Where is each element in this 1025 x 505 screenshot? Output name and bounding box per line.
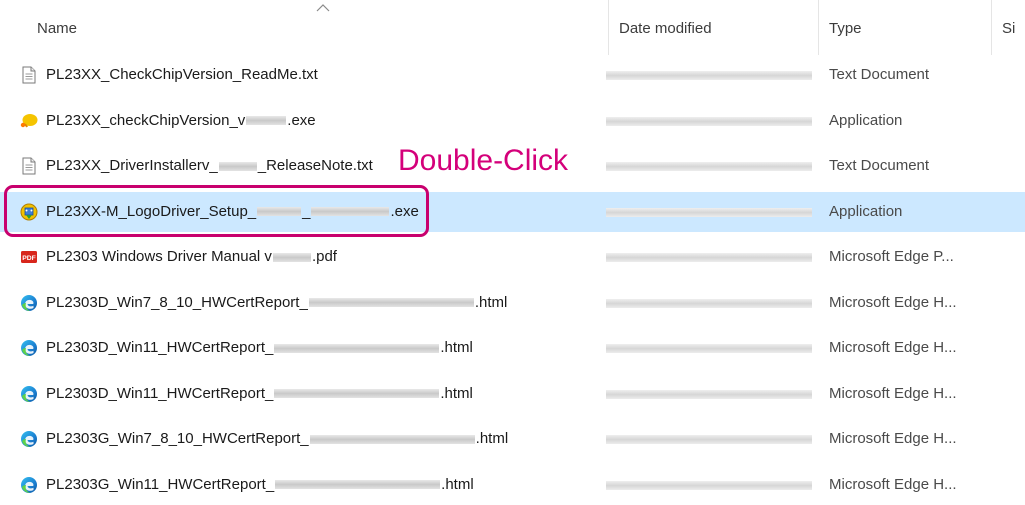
file-type-cell: Microsoft Edge H... [829, 384, 957, 402]
file-name[interactable]: PL2303D_Win11_HWCertReport_ .html [46, 328, 473, 368]
file-name-text: _ReleaseNote.txt [257, 157, 373, 174]
file-row[interactable]: PL23XX_CheckChipVersion_ReadMe.txt Text D… [0, 55, 1025, 95]
file-name[interactable]: PL2303G_Win7_8_10_HWCertReport_ .html [46, 419, 508, 459]
column-divider[interactable] [991, 0, 992, 55]
file-name-text: PL2303 Windows Driver Manual v [46, 248, 272, 265]
column-divider[interactable] [608, 0, 609, 55]
file-name-text: PL23XX_CheckChipVersion_ReadMe.txt [46, 66, 318, 83]
redacted-text [274, 389, 440, 398]
file-type-cell: Microsoft Edge H... [829, 430, 957, 447]
edge-html-icon [20, 294, 38, 312]
redacted-text [218, 161, 257, 171]
file-name-text: .html [474, 293, 508, 311]
column-header-bar: Name Date modified Type Si [0, 0, 1025, 55]
file-row[interactable]: PL2303D_Win11_HWCertReport_ .html Microsof… [0, 328, 1025, 368]
pdf-file-icon: PDF [20, 248, 38, 266]
sort-ascending-icon [316, 4, 330, 12]
file-row[interactable]: PL23XX_checkChipVersion_v .exe Application [0, 101, 1025, 141]
edge-html-icon [20, 476, 38, 494]
column-header-name[interactable]: Name [37, 0, 77, 55]
redacted-text [246, 116, 287, 125]
redacted-text [272, 252, 311, 262]
file-row[interactable]: PL2303G_Win11_HWCertReport_ .html Microsof… [0, 465, 1025, 505]
file-name-text: PL2303D_Win11_HWCertReport_ [46, 339, 274, 356]
date-modified-cell [606, 162, 812, 171]
redacted-text [274, 343, 440, 353]
file-type-cell: Microsoft Edge H... [829, 475, 957, 493]
file-type-cell: Text Document [829, 157, 930, 174]
file-name[interactable]: PL23XX_checkChipVersion_v .exe [46, 101, 316, 141]
file-name[interactable]: PL2303G_Win11_HWCertReport_ .html [46, 465, 474, 505]
redacted-text [309, 434, 475, 444]
column-header-date-modified[interactable]: Date modified [619, 0, 712, 55]
date-modified-cell [606, 480, 812, 490]
column-divider[interactable] [818, 0, 819, 55]
file-type-cell: Microsoft Edge H... [829, 293, 957, 311]
column-header-size[interactable]: Si [1002, 0, 1015, 55]
file-name-text: PL23XX_DriverInstallerv_ [46, 157, 218, 174]
file-name[interactable]: PL23XX_DriverInstallerv_ _ReleaseNote.txt [46, 146, 373, 186]
file-type-cell: Application [829, 111, 903, 129]
redacted-text [308, 298, 474, 307]
file-name[interactable]: PL2303D_Win11_HWCertReport_ .html [46, 374, 473, 414]
file-name-text: PL23XX_checkChipVersion_v [46, 111, 246, 129]
highlight-box [4, 185, 429, 237]
file-name-text: .html [440, 339, 473, 356]
file-type-cell: Application [829, 202, 903, 220]
file-name[interactable]: PL2303D_Win7_8_10_HWCertReport_ .html [46, 283, 507, 323]
date-modified-cell [606, 298, 812, 308]
file-name-text: .html [475, 430, 509, 447]
redacted-text [275, 480, 441, 489]
file-name-text: .exe [287, 111, 316, 129]
file-row[interactable]: PL2303D_Win11_HWCertReport_ .html Microsof… [0, 374, 1025, 414]
file-row[interactable]: PDF PL2303 Windows Driver Manual v .pdf Mic… [0, 237, 1025, 277]
edge-html-icon [20, 339, 38, 357]
date-modified-cell [606, 435, 812, 444]
file-name[interactable]: PL2303 Windows Driver Manual v .pdf [46, 237, 337, 277]
file-type-cell: Microsoft Edge H... [829, 339, 957, 356]
column-header-type[interactable]: Type [829, 0, 862, 55]
file-name-text: PL2303D_Win11_HWCertReport_ [46, 384, 274, 402]
edge-html-icon [20, 430, 38, 448]
application-exe-icon [20, 112, 38, 130]
file-name[interactable]: PL23XX_CheckChipVersion_ReadMe.txt [46, 55, 318, 95]
date-modified-cell [606, 71, 812, 80]
file-name-text: PL2303D_Win7_8_10_HWCertReport_ [46, 293, 308, 311]
date-modified-cell [606, 253, 812, 262]
file-name-text: .html [440, 384, 473, 402]
edge-html-icon [20, 385, 38, 403]
date-modified-cell [606, 116, 812, 126]
file-name-text: .html [441, 475, 474, 493]
file-name-text: PL2303G_Win7_8_10_HWCertReport_ [46, 430, 309, 447]
double-click-annotation: Double-Click [398, 144, 569, 177]
file-type-cell: Microsoft Edge P... [829, 248, 954, 265]
file-row[interactable]: PL2303D_Win7_8_10_HWCertReport_ .html Micr… [0, 283, 1025, 323]
date-modified-cell [606, 344, 812, 353]
svg-text:PDF: PDF [22, 255, 36, 262]
date-modified-cell [606, 207, 812, 217]
file-name-text: .pdf [311, 248, 337, 265]
text-file-icon [20, 66, 38, 84]
file-type-cell: Text Document [829, 66, 930, 83]
text-file-icon [20, 157, 38, 175]
file-row[interactable]: PL2303G_Win7_8_10_HWCertReport_ .html Micr… [0, 419, 1025, 459]
file-name-text: PL2303G_Win11_HWCertReport_ [46, 475, 275, 493]
date-modified-cell [606, 389, 812, 399]
